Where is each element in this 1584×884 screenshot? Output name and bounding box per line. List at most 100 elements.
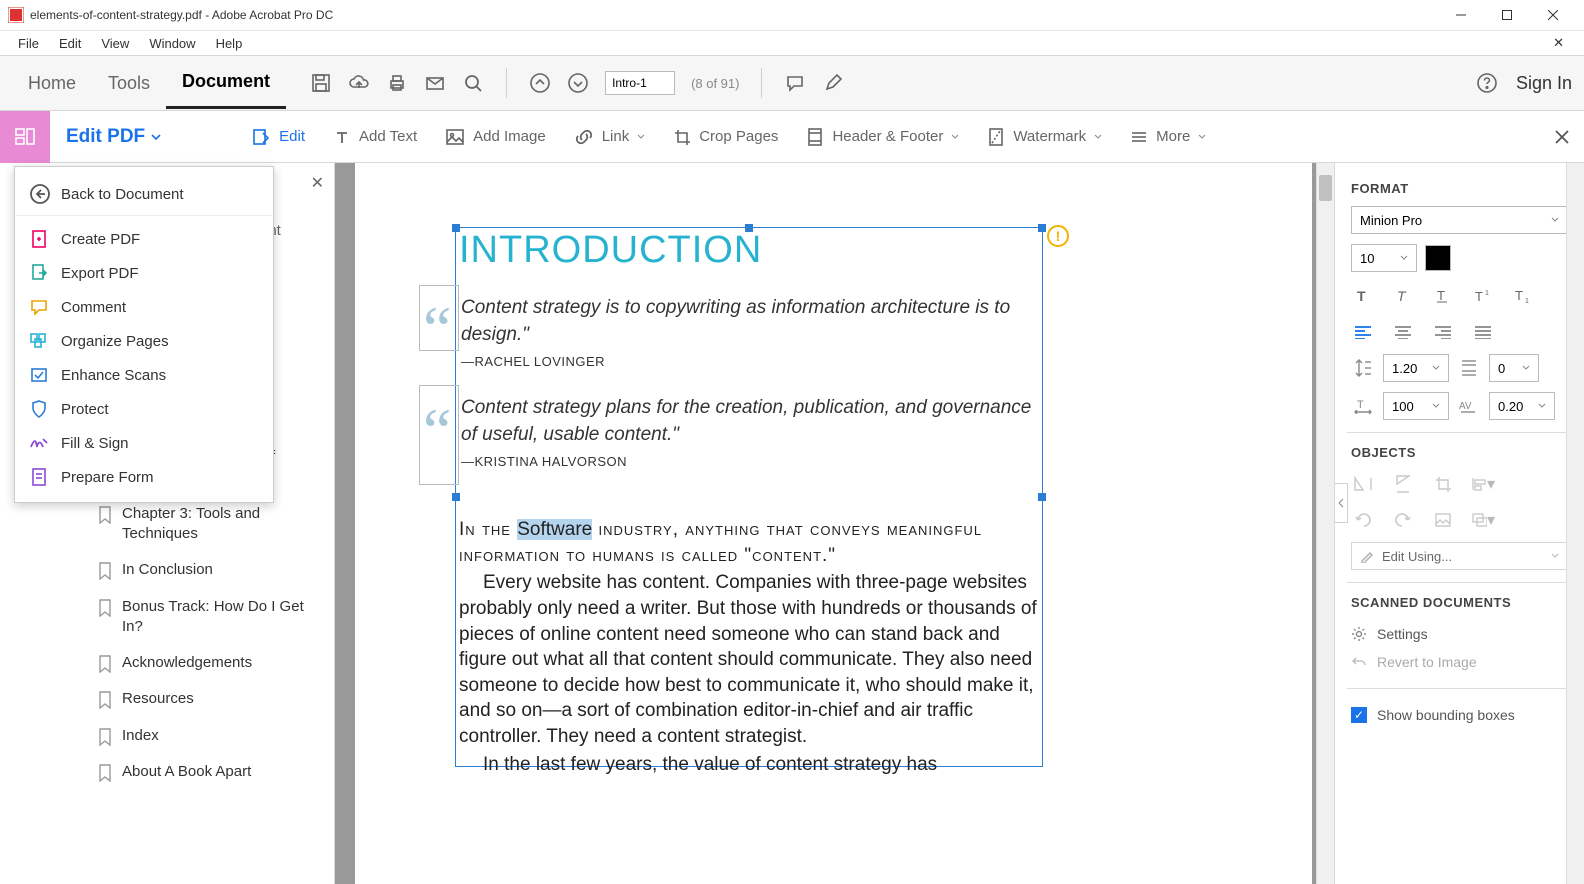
search-icon[interactable] xyxy=(462,72,484,94)
bookmark-icon xyxy=(98,764,112,782)
bookmark-icon xyxy=(98,728,112,746)
menu-window[interactable]: Window xyxy=(139,34,205,53)
edit-action-watermark[interactable]: Watermark xyxy=(973,127,1116,147)
svg-text:T: T xyxy=(1357,399,1364,411)
align-center-icon[interactable] xyxy=(1391,320,1415,344)
organize-icon xyxy=(29,332,49,350)
edit-action-edit[interactable]: Edit xyxy=(237,127,319,147)
bookmark-item[interactable]: Bonus Track: How Do I Get In? xyxy=(0,589,334,646)
app-icon xyxy=(8,7,24,23)
undo-icon xyxy=(1351,655,1367,669)
bookmark-item[interactable]: In Conclusion xyxy=(0,552,334,588)
scrollbar[interactable] xyxy=(1316,163,1334,884)
scanned-settings-link[interactable]: Settings xyxy=(1351,620,1568,648)
edit-action-add-text[interactable]: Add Text xyxy=(319,128,431,146)
svg-text:T: T xyxy=(1515,288,1523,303)
menu-view[interactable]: View xyxy=(91,34,139,53)
line-height-icon xyxy=(1351,358,1375,378)
panel-collapse-handle[interactable] xyxy=(1334,483,1348,523)
chevron-down-icon xyxy=(951,133,959,141)
tool-enhance-scans[interactable]: Enhance Scans xyxy=(15,358,273,392)
tool-fill-sign[interactable]: Fill & Sign xyxy=(15,426,273,460)
edit-action-more[interactable]: More xyxy=(1116,128,1220,145)
edit-pdf-dropdown[interactable]: Edit PDF xyxy=(50,126,177,148)
edit-toolbar-close-icon[interactable] xyxy=(1554,129,1570,145)
body-text: In the Software industry, anything that … xyxy=(459,517,1047,777)
edit-using-select[interactable]: Edit Using... xyxy=(1351,542,1568,570)
shield-icon xyxy=(30,399,48,419)
mail-icon[interactable] xyxy=(424,72,446,94)
highlight-pen-icon[interactable] xyxy=(822,72,844,94)
panel-close-icon[interactable]: ✕ xyxy=(311,173,324,193)
edit-action-header-footer[interactable]: Header & Footer xyxy=(792,127,973,147)
align-right-icon[interactable] xyxy=(1431,320,1455,344)
bookmark-item[interactable]: Acknowledgements xyxy=(0,645,334,681)
tool-organize-pages[interactable]: Organize Pages xyxy=(15,324,273,358)
line-height-select[interactable]: 1.20 xyxy=(1383,354,1449,382)
underline-icon[interactable]: T xyxy=(1431,284,1455,308)
align-justify-icon[interactable] xyxy=(1471,320,1495,344)
quote-text: Content strategy is to copywriting as in… xyxy=(461,295,1041,348)
document-viewport[interactable]: ! INTRODUCTION “ Content strategy is to … xyxy=(335,163,1334,884)
bookmark-item[interactable]: Chapter 3: Tools and Techniques xyxy=(0,496,334,553)
edit-action-crop[interactable]: Crop Pages xyxy=(659,128,792,146)
bookmark-item[interactable]: Resources xyxy=(0,681,334,717)
bookmark-item[interactable]: Index xyxy=(0,718,334,754)
page-down-icon[interactable] xyxy=(567,72,589,94)
menu-help[interactable]: Help xyxy=(206,34,253,53)
tool-export-pdf[interactable]: Export PDF xyxy=(15,256,273,290)
menu-bar: File Edit View Window Help ✕ xyxy=(0,31,1584,55)
objects-heading: OBJECTS xyxy=(1351,445,1568,460)
menubar-close-icon[interactable]: ✕ xyxy=(1543,33,1574,53)
tool-protect[interactable]: Protect xyxy=(15,392,273,426)
tab-home[interactable]: Home xyxy=(12,59,92,108)
show-bounding-boxes-checkbox[interactable]: ✓Show bounding boxes xyxy=(1351,701,1568,729)
warning-badge-icon[interactable]: ! xyxy=(1047,225,1069,247)
align-left-icon[interactable] xyxy=(1351,320,1375,344)
subscript-icon[interactable]: T1 xyxy=(1511,284,1535,308)
para-space-select[interactable]: 0 xyxy=(1489,354,1539,382)
window-close-button[interactable] xyxy=(1530,0,1576,30)
print-icon[interactable] xyxy=(386,72,408,94)
tool-comment[interactable]: Comment xyxy=(15,290,273,324)
save-icon[interactable] xyxy=(310,72,332,94)
rotate-ccw-icon xyxy=(1351,508,1375,532)
arrange-icon: ▾ xyxy=(1471,508,1495,532)
align-objects-icon: ▾ xyxy=(1471,472,1495,496)
window-title: elements-of-content-strategy.pdf - Adobe… xyxy=(30,8,1438,22)
top-toolbar: Home Tools Document (8 of 91) Sign In xyxy=(0,55,1584,111)
bold-icon[interactable]: T xyxy=(1351,284,1375,308)
svg-text:T: T xyxy=(1475,289,1483,304)
menu-edit[interactable]: Edit xyxy=(49,34,91,53)
edit-action-link[interactable]: Link xyxy=(560,128,660,146)
back-to-document[interactable]: Back to Document xyxy=(15,175,273,216)
font-size-select[interactable]: 10 xyxy=(1351,244,1417,272)
bookmark-icon xyxy=(98,506,112,524)
maximize-button[interactable] xyxy=(1484,0,1530,30)
svg-text:AV: AV xyxy=(1459,401,1472,412)
italic-icon[interactable]: T xyxy=(1391,284,1415,308)
edit-pdf-tool-icon[interactable] xyxy=(0,111,50,163)
cloud-upload-icon[interactable] xyxy=(348,72,370,94)
signin-link[interactable]: Sign In xyxy=(1516,73,1572,94)
page-up-icon[interactable] xyxy=(529,72,551,94)
scrollbar[interactable] xyxy=(1566,163,1584,884)
tab-document[interactable]: Document xyxy=(166,57,286,109)
edit-action-add-image[interactable]: Add Image xyxy=(431,128,560,146)
hscale-select[interactable]: 100 xyxy=(1383,392,1449,420)
para-space-icon xyxy=(1457,358,1481,378)
bookmark-item[interactable]: About A Book Apart xyxy=(0,754,334,790)
superscript-icon[interactable]: T1 xyxy=(1471,284,1495,308)
menu-file[interactable]: File xyxy=(8,34,49,53)
tab-tools[interactable]: Tools xyxy=(92,59,166,108)
tool-prepare-form[interactable]: Prepare Form xyxy=(15,460,273,494)
comment-bubble-icon[interactable] xyxy=(784,72,806,94)
help-icon[interactable] xyxy=(1476,72,1498,94)
tool-create-pdf[interactable]: Create PDF xyxy=(15,222,273,256)
minimize-button[interactable] xyxy=(1438,0,1484,30)
char-space-select[interactable]: 0.20 xyxy=(1489,392,1555,420)
font-family-select[interactable]: Minion Pro xyxy=(1351,206,1568,234)
chevron-down-icon xyxy=(1094,133,1102,141)
page-number-field[interactable] xyxy=(605,71,675,95)
font-color-picker[interactable] xyxy=(1425,245,1451,271)
